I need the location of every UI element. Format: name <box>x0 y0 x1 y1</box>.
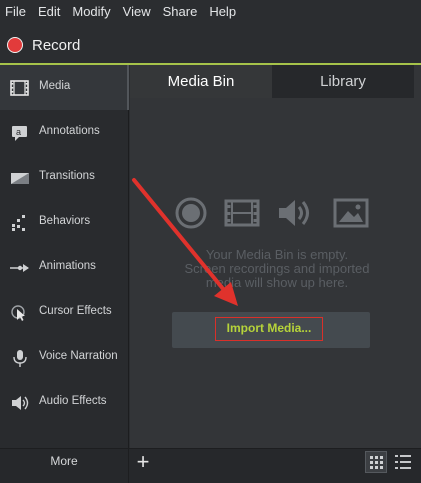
film-strip-icon <box>10 80 29 96</box>
animation-arrow-icon <box>10 264 29 272</box>
more-button[interactable]: More <box>0 449 129 483</box>
menu-bar: File Edit Modify View Share Help <box>0 0 421 24</box>
sidebar-item-audio-effects[interactable]: Audio Effects <box>0 380 129 425</box>
import-panel: Import Media... <box>172 312 370 348</box>
empty-message: Your Media Bin is empty. Screen recordin… <box>152 248 402 290</box>
transition-icon <box>11 173 29 184</box>
record-button[interactable]: Record <box>32 37 80 54</box>
record-icon[interactable] <box>7 37 23 53</box>
behaviors-icon <box>12 215 25 231</box>
sidebar-item-label: Audio Effects <box>39 395 107 407</box>
annotation-icon: a <box>12 126 27 141</box>
sidebar-item-label: Animations <box>39 260 96 272</box>
sidebar-item-label: Voice Narration <box>39 350 118 362</box>
media-type-icons <box>174 196 374 230</box>
sidebar-item-animations[interactable]: Animations <box>0 245 129 290</box>
menu-edit[interactable]: Edit <box>32 0 66 24</box>
empty-message-line: Screen recordings and imported <box>184 261 370 276</box>
list-view-icon[interactable] <box>392 451 414 473</box>
record-circle-icon <box>175 197 207 229</box>
sidebar-item-voice-narration[interactable]: Voice Narration <box>0 335 129 380</box>
sidebar-item-label: Cursor Effects <box>39 305 112 317</box>
media-bin-panel: Media Bin Library Your Media Bin is empt <box>130 65 421 448</box>
tab-bar: Media Bin Library <box>130 65 414 98</box>
image-icon <box>333 198 369 228</box>
empty-message-line: Your Media Bin is empty. <box>205 247 349 262</box>
sidebar-item-cursor-effects[interactable]: Cursor Effects <box>0 290 129 335</box>
tab-media-bin[interactable]: Media Bin <box>130 65 272 98</box>
film-strip-icon <box>224 199 260 227</box>
bottom-toolbar: More + <box>0 448 421 483</box>
microphone-icon <box>13 350 27 367</box>
speaker-icon <box>12 396 29 410</box>
sidebar: Media a Annotations Transitions Behavior… <box>0 65 129 448</box>
sidebar-item-transitions[interactable]: Transitions <box>0 155 129 200</box>
add-icon[interactable]: + <box>131 451 155 473</box>
sidebar-item-label: Behaviors <box>39 215 91 227</box>
speaker-icon <box>279 200 309 226</box>
sidebar-item-annotations[interactable]: a Annotations <box>0 110 129 155</box>
menu-help[interactable]: Help <box>203 0 242 24</box>
tab-library[interactable]: Library <box>272 65 414 98</box>
menu-share[interactable]: Share <box>157 0 204 24</box>
svg-text:a: a <box>16 127 21 137</box>
grid-icon <box>370 456 383 469</box>
cursor-icon <box>11 305 25 321</box>
sidebar-item-label: Media <box>39 80 71 92</box>
grid-view-icon[interactable] <box>365 451 387 473</box>
list-icon <box>395 455 411 469</box>
sidebar-item-label: Annotations <box>39 125 100 137</box>
import-media-button[interactable]: Import Media... <box>215 317 323 341</box>
empty-message-line: media will show up here. <box>205 275 349 290</box>
menu-modify[interactable]: Modify <box>66 0 116 24</box>
menu-view[interactable]: View <box>117 0 157 24</box>
sidebar-item-label: Transitions <box>39 170 95 182</box>
sidebar-item-behaviors[interactable]: Behaviors <box>0 200 129 245</box>
sidebar-item-media[interactable]: Media <box>0 65 129 110</box>
record-bar: Record <box>0 24 421 65</box>
menu-file[interactable]: File <box>0 0 32 24</box>
